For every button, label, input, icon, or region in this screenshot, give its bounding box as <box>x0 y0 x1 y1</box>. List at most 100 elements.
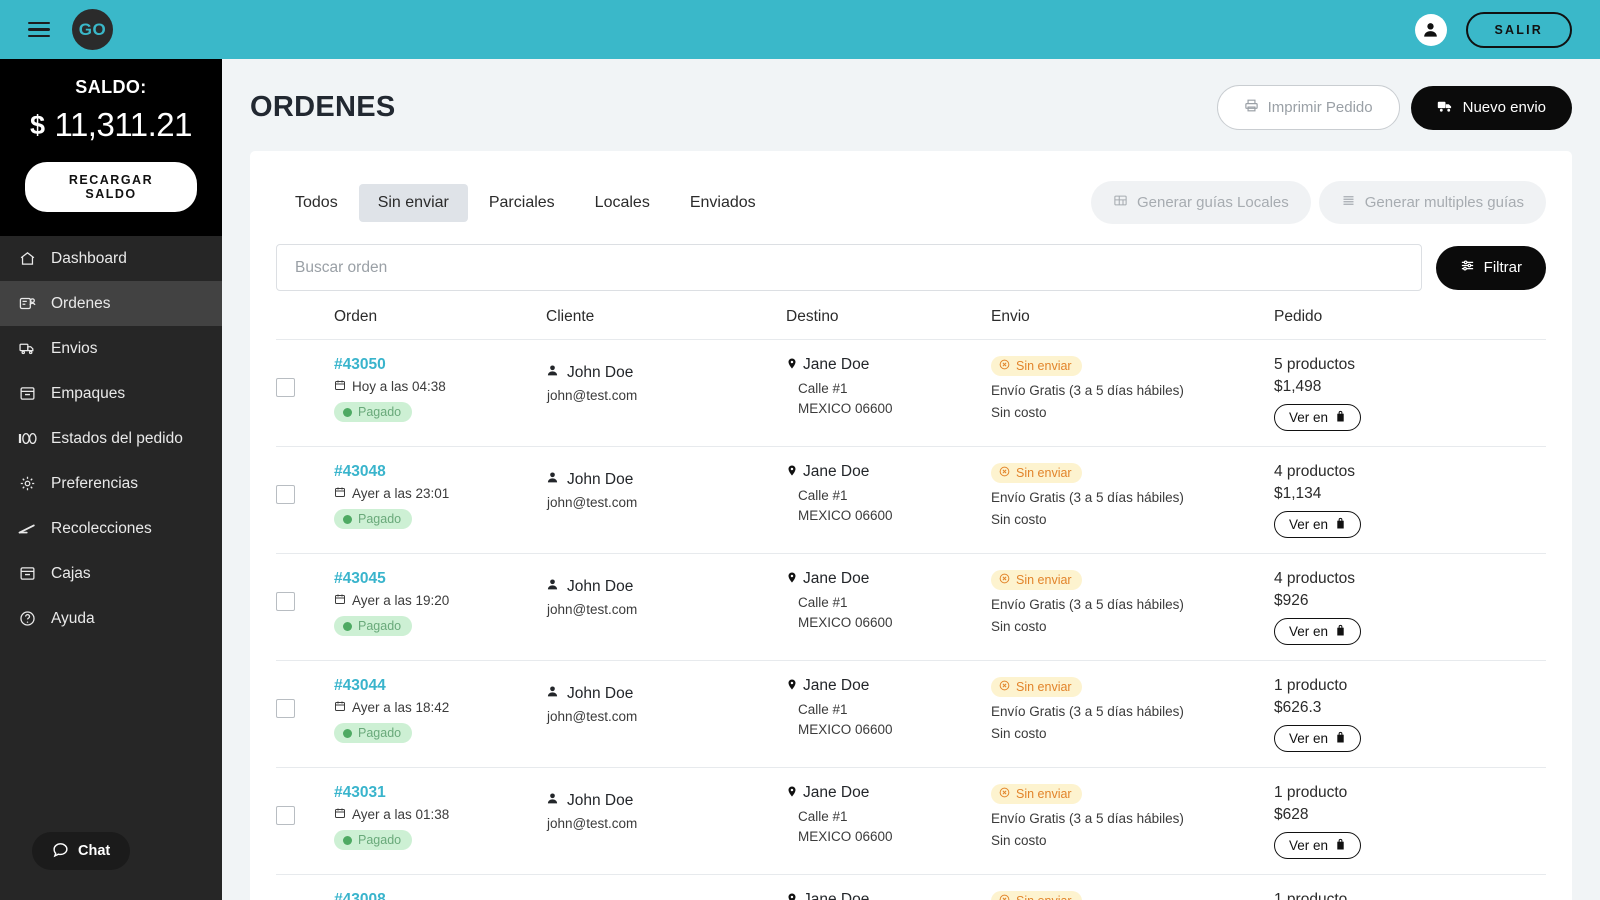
app-logo-text: GO <box>78 19 107 39</box>
order-cell: #43050 Hoy a las 04:38 Pagado <box>334 356 546 422</box>
balance-amount: $ 11,311.21 <box>14 106 208 144</box>
payment-status-badge: Pagado <box>334 402 413 422</box>
customer-name: John Doe <box>546 364 786 382</box>
view-in-store-label: Ver en <box>1289 731 1329 746</box>
shipping-method: Envío Gratis (3 a 5 días hábiles) <box>991 811 1184 826</box>
tab-parciales[interactable]: Parciales <box>470 184 574 222</box>
destination-cell: Jane Doe Calle #1 MEXICO 06600 <box>786 677 991 737</box>
status-dot-icon <box>343 514 352 524</box>
chat-widget-button[interactable]: Chat <box>32 832 131 870</box>
recharge-balance-button[interactable]: RECARGAR SALDO <box>25 162 197 212</box>
sidebar-item-empaques[interactable]: Empaques <box>0 371 222 416</box>
order-id-link[interactable]: #43045 <box>334 570 546 588</box>
view-in-store-button[interactable]: Ver en <box>1274 725 1362 752</box>
search-input[interactable] <box>276 244 1422 291</box>
table-header-row: Orden Cliente Destino Envio Pedido <box>276 308 1546 340</box>
logout-button[interactable]: SALIR <box>1465 11 1572 48</box>
tab-sin-enviar[interactable]: Sin enviar <box>358 183 468 222</box>
order-cell: #43048 Ayer a las 23:01 Pagado <box>334 463 546 529</box>
row-checkbox[interactable] <box>276 592 295 611</box>
tab-enviados[interactable]: Enviados <box>671 184 775 222</box>
product-count: 5 productos <box>1274 356 1355 373</box>
calendar-icon <box>334 807 346 822</box>
sidebar-item-estados-del-pedido[interactable]: Estados del pedido <box>0 416 222 461</box>
shipping-cost: Sin costo <box>991 619 1047 634</box>
shipping-status-badge: Sin enviar <box>991 463 1082 483</box>
order-id-link[interactable]: #43048 <box>334 463 546 481</box>
table-header-cliente: Cliente <box>546 308 595 325</box>
truck-icon <box>18 339 37 358</box>
customer-cell: John Doe john@test.com <box>546 463 786 510</box>
sidebar-item-envios[interactable]: Envios <box>0 326 222 371</box>
view-in-store-button[interactable]: Ver en <box>1274 404 1362 431</box>
table-row[interactable]: #43031 Ayer a las 01:38 Pagado John Doe <box>276 768 1546 875</box>
customer-name-text: John Doe <box>567 685 634 702</box>
table-row[interactable]: #43008 2021-09-11 a las 21:09 Pagado Joh… <box>276 875 1546 900</box>
print-order-label: Imprimir Pedido <box>1267 99 1373 116</box>
sidebar-item-ayuda[interactable]: Ayuda <box>0 596 222 641</box>
tab-locales[interactable]: Locales <box>576 184 669 222</box>
view-in-store-button[interactable]: Ver en <box>1274 618 1362 645</box>
order-date: Ayer a las 01:38 <box>334 807 546 822</box>
row-select-cell <box>276 570 334 611</box>
customer-name-text: John Doe <box>567 471 634 488</box>
destination-name: Jane Doe <box>786 463 991 483</box>
new-shipment-button[interactable]: Nuevo envio <box>1410 85 1572 130</box>
balance-label: SALDO: <box>75 77 147 97</box>
shop-bag-icon <box>1335 410 1346 425</box>
print-order-button[interactable]: Imprimir Pedido <box>1216 85 1400 130</box>
row-checkbox[interactable] <box>276 378 295 397</box>
person-icon <box>546 471 559 489</box>
shop-bag-icon <box>1335 731 1346 746</box>
order-id-link[interactable]: #43008 <box>334 891 546 900</box>
sidebar-item-label: Recolecciones <box>51 519 152 537</box>
destination-name: Jane Doe <box>786 356 991 376</box>
sidebar-item-ordenes[interactable]: Ordenes <box>0 281 222 326</box>
sidebar-item-label: Ayuda <box>51 609 95 627</box>
filter-button[interactable]: Filtrar <box>1435 245 1546 290</box>
sidebar-item-dashboard[interactable]: Dashboard <box>0 236 222 281</box>
user-icon[interactable] <box>1414 13 1447 46</box>
customer-cell: John Doe john@test.com <box>546 677 786 724</box>
hamburger-icon[interactable] <box>28 21 50 38</box>
view-in-store-button[interactable]: Ver en <box>1274 511 1362 538</box>
view-in-store-button[interactable]: Ver en <box>1274 832 1362 859</box>
customer-email: john@test.com <box>547 816 638 831</box>
order-id-link[interactable]: #43050 <box>334 356 546 374</box>
generate-multiple-guides-button[interactable]: Generar multiples guías <box>1318 181 1546 224</box>
order-summary-cell: 4 productos $926 Ver en <box>1274 570 1546 645</box>
table-row[interactable]: #43044 Ayer a las 18:42 Pagado John Doe <box>276 661 1546 768</box>
sidebar-item-cajas[interactable]: Cajas <box>0 551 222 596</box>
order-id-link[interactable]: #43031 <box>334 784 546 802</box>
table-row[interactable]: #43050 Hoy a las 04:38 Pagado John Doe j… <box>276 340 1546 447</box>
order-date: Ayer a las 19:20 <box>334 593 546 608</box>
box-icon <box>18 384 37 403</box>
order-date-text: Ayer a las 01:38 <box>352 807 450 822</box>
customer-name: John Doe <box>546 792 786 810</box>
customer-name: John Doe <box>546 578 786 596</box>
sidebar-nav: Dashboard Ordenes Envios Empaques Estado… <box>0 236 222 641</box>
customer-email: john@test.com <box>547 388 638 403</box>
tab-todos[interactable]: Todos <box>276 184 357 222</box>
shipping-status-label: Sin enviar <box>1016 466 1072 480</box>
order-id-link[interactable]: #43044 <box>334 677 546 695</box>
payment-status-label: Pagado <box>358 726 402 740</box>
row-checkbox[interactable] <box>276 485 295 504</box>
table-row[interactable]: #43048 Ayer a las 23:01 Pagado John Doe <box>276 447 1546 554</box>
row-select-cell <box>276 356 334 397</box>
customer-name-text: John Doe <box>567 364 634 381</box>
printer-icon <box>1244 98 1259 117</box>
destination-cell: Jane Doe Calle #1 MEXICO 06600 <box>786 891 991 900</box>
sidebar-item-recolecciones[interactable]: Recolecciones <box>0 506 222 551</box>
row-checkbox[interactable] <box>276 699 295 718</box>
generate-local-guides-button[interactable]: Generar guías Locales <box>1090 181 1311 224</box>
sidebar-item-preferencias[interactable]: Preferencias <box>0 461 222 506</box>
destination-street: Calle #1 <box>798 488 848 503</box>
customer-email: john@test.com <box>547 495 638 510</box>
customer-cell: John Doe john@test.com <box>546 356 786 403</box>
app-logo[interactable]: GO <box>72 9 113 50</box>
order-cell: #43045 Ayer a las 19:20 Pagado <box>334 570 546 636</box>
destination-name-text: Jane Doe <box>803 891 870 900</box>
row-checkbox[interactable] <box>276 806 295 825</box>
table-row[interactable]: #43045 Ayer a las 19:20 Pagado John Doe <box>276 554 1546 661</box>
